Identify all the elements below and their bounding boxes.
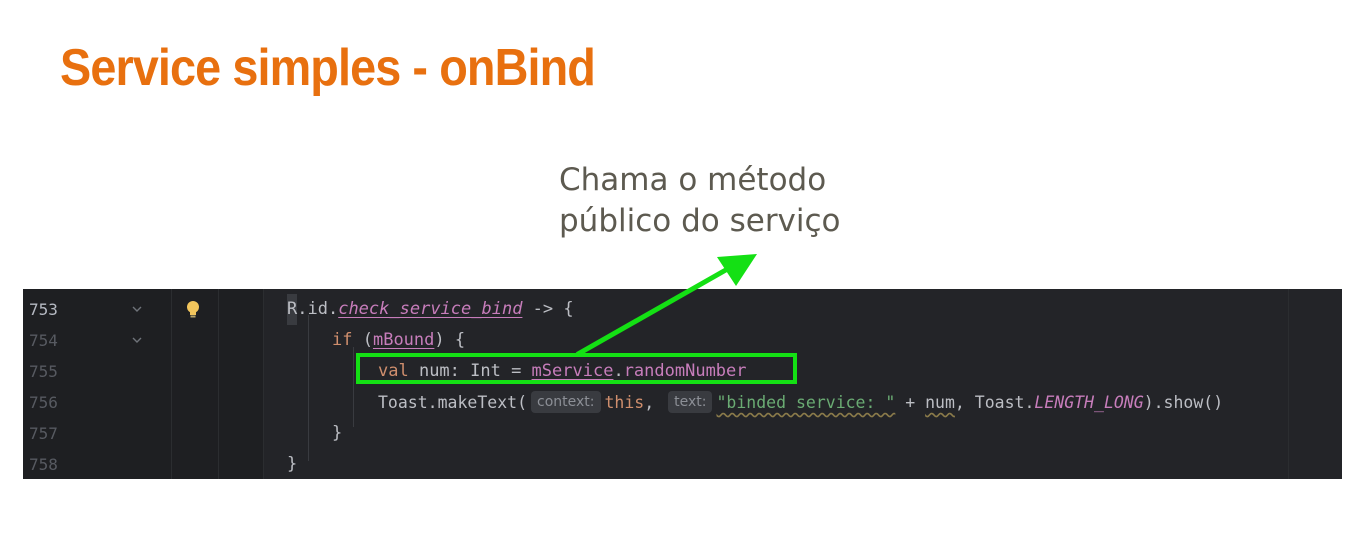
code-token: "binded service: "	[716, 393, 896, 412]
code-token: (	[352, 330, 373, 350]
right-margin-guide	[1288, 289, 1289, 479]
indent-guide	[308, 315, 309, 461]
line-number: 754	[29, 331, 58, 350]
line-number: 753	[29, 300, 58, 319]
code-line[interactable]: if (mBound) {	[332, 325, 465, 356]
code-token: }	[287, 454, 298, 474]
gutter-row: 758	[23, 449, 263, 479]
code-token: }	[332, 423, 343, 443]
code-token: check_service_bind	[338, 299, 523, 319]
code-token: num	[925, 393, 955, 412]
code-token: ,	[644, 393, 655, 412]
code-token: Toast.makeText(	[378, 393, 528, 412]
gutter-row: 755	[23, 356, 263, 387]
fold-chevron-icon[interactable]	[131, 303, 143, 315]
annotation-line-2: público do serviço	[559, 203, 841, 239]
code-line[interactable]: }	[287, 449, 297, 479]
parameter-hint: context:	[531, 391, 601, 413]
code-token: if	[332, 330, 353, 350]
line-number: 757	[29, 424, 58, 443]
code-token: this	[604, 393, 645, 412]
annotation-text: Chama o método público do serviço	[559, 160, 841, 242]
code-editor: 753 754 755 756 757 758 R.id.check_servi…	[23, 289, 1342, 479]
indent-guide	[353, 347, 354, 427]
gutter-row: 756	[23, 387, 263, 418]
gutter-divider	[263, 289, 264, 479]
annotation-line-1: Chama o método	[559, 162, 827, 198]
gutter-row: 757	[23, 418, 263, 449]
code-token: ).show()	[1143, 393, 1224, 412]
gutter-row: 753	[23, 294, 263, 325]
code-token: R	[287, 294, 298, 325]
code-token: ) {	[434, 330, 466, 350]
highlight-box	[356, 353, 797, 384]
line-number: 756	[29, 393, 58, 412]
code-line[interactable]: Toast.makeText(context: this, text: "binde…	[378, 387, 1223, 418]
line-number: 755	[29, 362, 58, 381]
line-number: 758	[29, 455, 58, 474]
code-line[interactable]: R.id.check_service_bind -> {	[287, 294, 574, 325]
code-token: .id.	[297, 299, 339, 319]
lightbulb-icon[interactable]	[185, 300, 201, 320]
slide-title: Service simples - onBind	[60, 39, 596, 97]
fold-chevron-icon[interactable]	[131, 334, 143, 346]
code-line[interactable]: }	[332, 418, 342, 449]
code-token: +	[895, 393, 926, 412]
code-token: mBound	[372, 330, 435, 350]
code-token: -> {	[522, 299, 574, 319]
code-token: LENGTH_LONG	[1034, 393, 1144, 412]
parameter-hint: text:	[668, 391, 713, 413]
code-token: , Toast.	[954, 393, 1035, 412]
gutter-row: 754	[23, 325, 263, 356]
